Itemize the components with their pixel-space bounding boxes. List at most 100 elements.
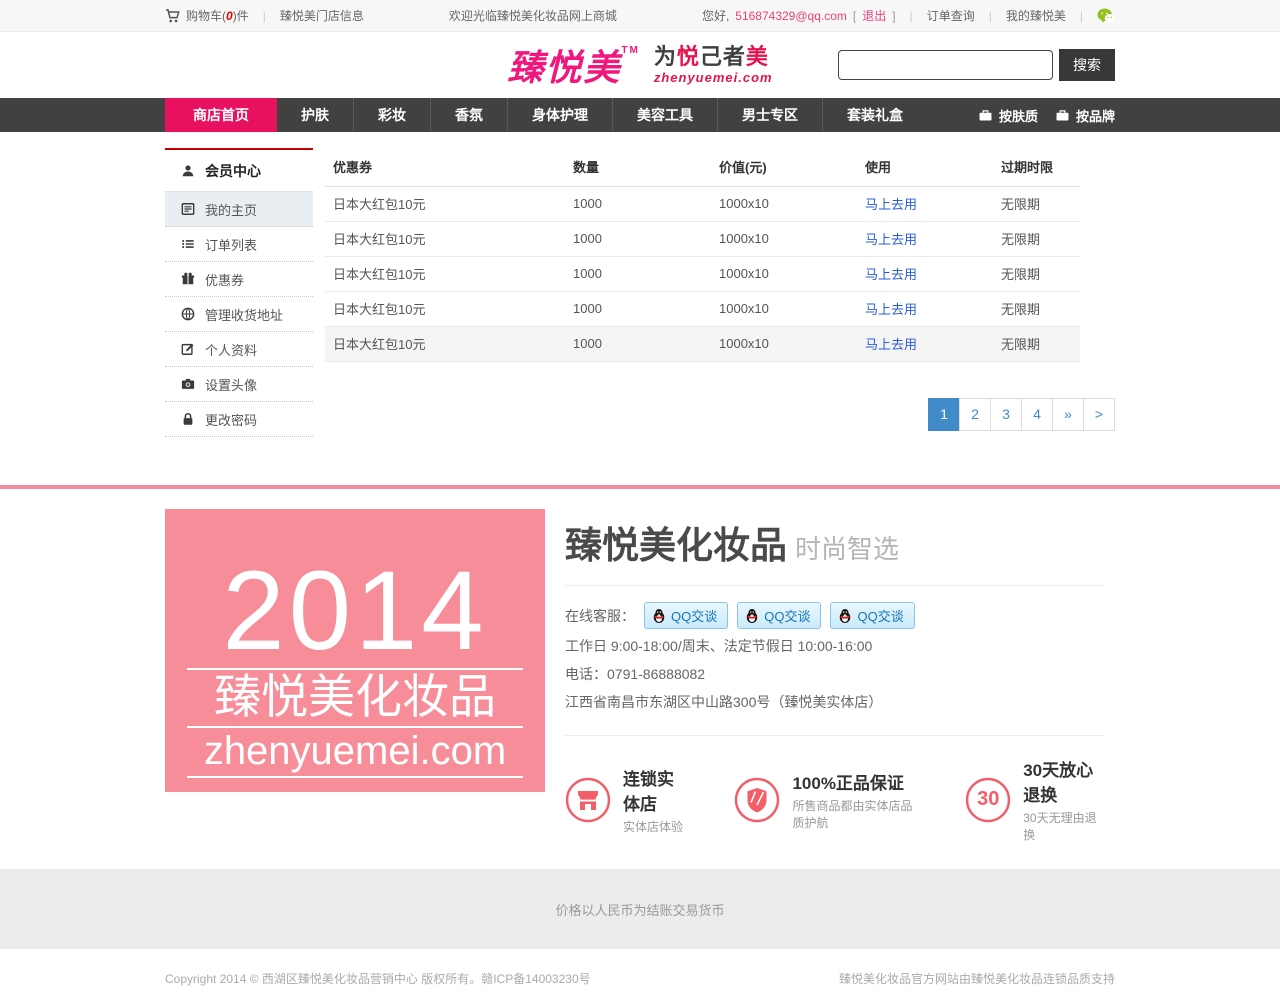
qq-penguin-icon bbox=[838, 608, 852, 624]
page-button[interactable]: 3 bbox=[990, 398, 1022, 431]
coupon-name: 日本大红包10元 bbox=[325, 186, 565, 221]
page-button[interactable]: > bbox=[1083, 398, 1115, 431]
camera-icon bbox=[181, 377, 195, 391]
coupon-qty: 1000 bbox=[565, 291, 711, 326]
wechat-icon[interactable] bbox=[1097, 8, 1115, 24]
order-query-link[interactable]: 订单查询 bbox=[927, 7, 975, 24]
divider: | bbox=[989, 9, 992, 23]
nav-item[interactable]: 彩妆 bbox=[353, 98, 430, 132]
topbar: 购物车(0)件 | 臻悦美门店信息 欢迎光临臻悦美化妆品网上商城 您好, 516… bbox=[0, 0, 1280, 32]
qq-chat-button[interactable]: QQ交谈 bbox=[644, 602, 728, 629]
globe-icon bbox=[181, 307, 195, 321]
qq-chat-button[interactable]: QQ交谈 bbox=[830, 602, 914, 629]
sidebar-title: 会员中心 bbox=[165, 150, 313, 192]
promo-year: 2014 bbox=[187, 554, 523, 670]
my-account-link[interactable]: 我的臻悦美 bbox=[1006, 7, 1066, 24]
column-header: 价值(元) bbox=[711, 148, 857, 186]
coupon-panel: 优惠券数量价值(元)使用过期时限 日本大红包10元 1000 1000x10 马… bbox=[325, 148, 1115, 437]
edit-icon bbox=[181, 342, 195, 356]
currency-notice-bar: 价格以人民币为结账交易货币 bbox=[0, 869, 1280, 949]
nav-item[interactable]: 护肤 bbox=[277, 98, 353, 132]
site-header: 臻悦美TM 为悦己者美 zhenyuemei.com 搜索 bbox=[0, 32, 1280, 98]
sidebar-item[interactable]: 设置头像 bbox=[165, 367, 313, 402]
table-row: 日本大红包10元 1000 1000x10 马上去用 无限期 bbox=[325, 326, 1080, 361]
sidebar-item[interactable]: 管理收货地址 bbox=[165, 297, 313, 332]
sidebar-item[interactable]: 优惠券 bbox=[165, 262, 313, 297]
qq-chat-button[interactable]: QQ交谈 bbox=[737, 602, 821, 629]
trademark-mark: TM bbox=[621, 45, 639, 56]
cart-link[interactable]: 购物车(0)件 bbox=[186, 7, 249, 24]
search-button[interactable]: 搜索 bbox=[1059, 49, 1115, 81]
footer-brand-title: 臻悦美化妆品 bbox=[565, 525, 787, 566]
coupon-name: 日本大红包10元 bbox=[325, 291, 565, 326]
coupon-name: 日本大红包10元 bbox=[325, 256, 565, 291]
search-input[interactable] bbox=[838, 50, 1053, 80]
coupon-qty: 1000 bbox=[565, 221, 711, 256]
promo-brand: 臻悦美化妆品 bbox=[187, 670, 523, 728]
welcome-text: 欢迎光临臻悦美化妆品网上商城 bbox=[449, 7, 617, 24]
table-row: 日本大红包10元 1000 1000x10 马上去用 无限期 bbox=[325, 221, 1080, 256]
lock-icon bbox=[181, 412, 195, 426]
coupon-value: 1000x10 bbox=[711, 256, 857, 291]
coupon-qty: 1000 bbox=[565, 256, 711, 291]
sidebar-item[interactable]: 订单列表 bbox=[165, 227, 313, 262]
nav-item[interactable]: 套装礼盒 bbox=[822, 98, 927, 132]
gift-icon bbox=[181, 272, 195, 286]
cart-icon bbox=[165, 9, 180, 23]
coupon-expiry: 无限期 bbox=[993, 326, 1080, 361]
sidebar-item[interactable]: 更改密码 bbox=[165, 402, 313, 437]
sidebar-item[interactable]: 我的主页 bbox=[165, 192, 313, 227]
list-icon bbox=[181, 237, 195, 251]
store-info-link[interactable]: 臻悦美门店信息 bbox=[280, 7, 364, 24]
coupon-expiry: 无限期 bbox=[993, 256, 1080, 291]
nav-filter[interactable]: 按肤质 bbox=[979, 106, 1038, 125]
table-row: 日本大红包10元 1000 1000x10 马上去用 无限期 bbox=[325, 256, 1080, 291]
use-coupon-link[interactable]: 马上去用 bbox=[865, 302, 917, 317]
business-hours: 工作日 9:00-18:00/周末、法定节假日 10:00-16:00 bbox=[565, 636, 1105, 657]
cart-count: 0 bbox=[226, 9, 233, 23]
qq-penguin-icon bbox=[652, 608, 666, 624]
badge: 100%正品保证 所售商品都由实体店品质护航 bbox=[734, 756, 919, 843]
store-address: 江西省南昌市东湖区中山路300号（臻悦美实体店） bbox=[565, 692, 1105, 713]
use-coupon-link[interactable]: 马上去用 bbox=[865, 232, 917, 247]
nav-item[interactable]: 美容工具 bbox=[612, 98, 717, 132]
nav-filter[interactable]: 按品牌 bbox=[1056, 106, 1115, 125]
use-coupon-link[interactable]: 马上去用 bbox=[865, 267, 917, 282]
table-row: 日本大红包10元 1000 1000x10 马上去用 无限期 bbox=[325, 186, 1080, 221]
user-icon bbox=[181, 164, 195, 178]
divider: | bbox=[910, 9, 913, 23]
nav-item[interactable]: 香氛 bbox=[430, 98, 507, 132]
nav-item[interactable]: 商店首页 bbox=[165, 98, 277, 132]
coupon-value: 1000x10 bbox=[711, 221, 857, 256]
coupon-value: 1000x10 bbox=[711, 326, 857, 361]
pagination: 1234»> bbox=[325, 398, 1115, 431]
divider: | bbox=[263, 9, 266, 23]
page-button[interactable]: 4 bbox=[1021, 398, 1053, 431]
table-row: 日本大红包10元 1000 1000x10 马上去用 无限期 bbox=[325, 291, 1080, 326]
service-label: 在线客服： bbox=[565, 606, 635, 626]
logout-link[interactable]: 退出 bbox=[862, 7, 886, 24]
currency-notice: 价格以人民币为结账交易货币 bbox=[555, 900, 724, 919]
sidebar-item[interactable]: 个人资料 bbox=[165, 332, 313, 367]
page-button[interactable]: » bbox=[1052, 398, 1084, 431]
page-button[interactable]: 2 bbox=[959, 398, 991, 431]
support-text: 臻悦美化妆品官方网站由臻悦美化妆品连锁品质支持 bbox=[839, 970, 1115, 987]
logo-text: 臻悦美TM bbox=[507, 39, 639, 91]
promo-domain: zhenyuemei.com bbox=[187, 728, 523, 778]
main-content: 会员中心 我的主页 订单列表 优惠券 bbox=[0, 132, 1280, 485]
badge: 连锁实体店 实体店体验 bbox=[565, 756, 688, 843]
main-nav: 商店首页护肤彩妆香氛身体护理美容工具男士专区套装礼盒 按肤质按品牌 bbox=[0, 98, 1280, 132]
use-coupon-link[interactable]: 马上去用 bbox=[865, 337, 917, 352]
nav-item[interactable]: 男士专区 bbox=[717, 98, 822, 132]
use-coupon-link[interactable]: 马上去用 bbox=[865, 197, 917, 212]
nav-item[interactable]: 身体护理 bbox=[507, 98, 612, 132]
account-email-link[interactable]: 516874329@qq.com bbox=[735, 9, 847, 23]
brand-logo[interactable]: 臻悦美TM 为悦己者美 zhenyuemei.com bbox=[507, 39, 772, 91]
footer-brand-subtitle: 时尚智选 bbox=[795, 534, 899, 564]
coupon-table: 优惠券数量价值(元)使用过期时限 日本大红包10元 1000 1000x10 马… bbox=[325, 148, 1080, 362]
coupon-qty: 1000 bbox=[565, 326, 711, 361]
member-sidebar: 会员中心 我的主页 订单列表 优惠券 bbox=[165, 148, 313, 437]
column-header: 过期时限 bbox=[993, 148, 1080, 186]
briefcase-icon bbox=[979, 110, 992, 121]
page-button[interactable]: 1 bbox=[928, 398, 960, 431]
